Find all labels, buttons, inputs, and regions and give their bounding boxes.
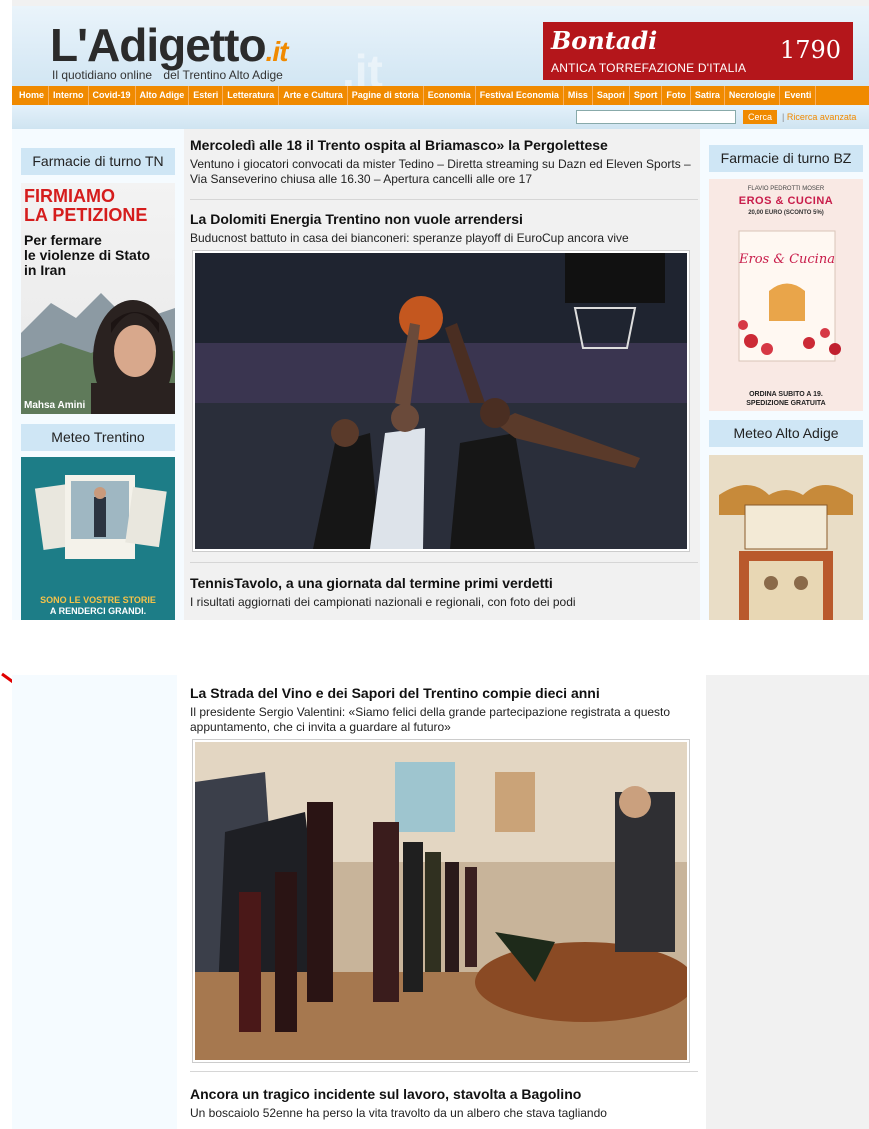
masthead: L'Adigetto.it .it Il quotidiano online d… xyxy=(12,6,869,97)
article-headline[interactable]: TennisTavolo, a una giornata dal termine… xyxy=(190,575,698,592)
sponsor-brand: Bontadi xyxy=(551,26,658,55)
stories-ad[interactable]: SONO LE VOSTRE STORIE A RENDERCI GRANDI. xyxy=(21,457,175,620)
sponsor-banner[interactable]: Bontadi ANTICA TORREFAZIONE D'ITALIA 179… xyxy=(543,22,853,80)
site-tagline: Il quotidiano online del Trentino Alto A… xyxy=(52,68,291,82)
article-separator xyxy=(190,562,698,563)
article-summary: Il presidente Sergio Valentini: «Siamo f… xyxy=(190,705,671,734)
nav-item-satira[interactable]: Satira xyxy=(691,86,725,105)
wine-photo[interactable] xyxy=(192,739,690,1063)
petition-headline: FIRMIAMO LA PETIZIONE xyxy=(24,186,148,225)
book-cover-image: Eros & Cucina xyxy=(738,230,841,362)
article-separator xyxy=(190,1071,698,1072)
search-separator: | xyxy=(782,112,785,122)
nav-item-home[interactable]: Home xyxy=(15,86,50,105)
book-price: 20,00 EURO (SCONTO 5%) xyxy=(748,210,824,216)
article-summary: I risultati aggiornati dei campionati na… xyxy=(190,595,576,609)
article-item[interactable]: La Dolomiti Energia Trentino non vuole a… xyxy=(190,211,698,246)
stories-claim: SONO LE VOSTRE STORIE A RENDERCI GRANDI. xyxy=(40,595,156,616)
nav-item-covid[interactable]: Covid-19 xyxy=(89,86,136,105)
nav-item-economia[interactable]: Economia xyxy=(424,86,476,105)
book-cover-title: Eros & Cucina xyxy=(738,252,835,267)
petition-text: Per fermare le violenze di Stato in Iran xyxy=(24,232,151,278)
page-frame-bottom: La Strada del Vino e dei Sapori del Tren… xyxy=(12,675,869,1129)
nav-item-esteri[interactable]: Esteri xyxy=(189,86,224,105)
sponsor-year: 1790 xyxy=(779,36,841,64)
search-input[interactable] xyxy=(576,110,736,124)
article-item[interactable]: TennisTavolo, a una giornata dal termine… xyxy=(190,575,698,610)
pharmacy-tn-link[interactable]: Farmacie di turno TN xyxy=(21,148,175,175)
weather-tn-link[interactable]: Meteo Trentino xyxy=(21,424,175,451)
basketball-photo-image xyxy=(195,253,687,549)
book-author: FLAVIO PEDROTTI MOSER xyxy=(747,186,825,192)
nav-item-interno[interactable]: Interno xyxy=(49,86,89,105)
tagline-left: Il quotidiano online xyxy=(52,68,153,82)
book-title: EROS & CUCINA xyxy=(738,195,834,207)
basketball-photo[interactable] xyxy=(192,250,690,552)
nav-item-sapori[interactable]: Sapori xyxy=(593,86,630,105)
pharmacy-bz-link[interactable]: Farmacie di turno BZ xyxy=(709,145,863,172)
nav-item-necrologie[interactable]: Necrologie xyxy=(725,86,781,105)
search-bar: Cerca | Ricerca avanzata xyxy=(12,105,869,129)
search-button[interactable]: Cerca xyxy=(743,110,777,124)
tagline-right: del Trentino Alto Adige xyxy=(163,68,283,82)
nav-item-festival-economia[interactable]: Festival Economia xyxy=(476,86,564,105)
article-item[interactable]: La Strada del Vino e dei Sapori del Tren… xyxy=(190,685,698,735)
nav-item-miss[interactable]: Miss xyxy=(564,86,593,105)
article-separator xyxy=(190,199,698,200)
book-order: ORDINA SUBITO A 19. SPEDIZIONE GRATUITA xyxy=(746,391,826,407)
mural-ad[interactable] xyxy=(709,455,863,620)
nav-item-alto-adige[interactable]: Alto Adige xyxy=(136,86,190,105)
petition-caption: Mahsa Amini xyxy=(24,400,86,411)
sponsor-subtitle: ANTICA TORREFAZIONE D'ITALIA xyxy=(551,61,747,75)
petition-ad[interactable]: FIRMIAMO LA PETIZIONE Per fermare le viole… xyxy=(21,183,175,414)
article-headline[interactable]: Ancora un tragico incidente sul lavoro, … xyxy=(190,1086,698,1103)
stories-ad-image xyxy=(34,475,167,559)
article-item[interactable]: Ancora un tragico incidente sul lavoro, … xyxy=(190,1086,698,1121)
nav-item-sport[interactable]: Sport xyxy=(630,86,663,105)
article-summary: Buducnost battuto in casa dei bianconeri… xyxy=(190,231,629,245)
left-sidebar: Farmacie di turno TN FIRMIAMO LA PETIZION… xyxy=(12,129,184,620)
main-nav: Home Interno Covid-19 Alto Adige Esteri … xyxy=(12,86,869,105)
logo-suffix: .it xyxy=(265,36,289,67)
nav-item-foto[interactable]: Foto xyxy=(662,86,691,105)
article-item[interactable]: Mercoledì alle 18 il Trento ospita al Br… xyxy=(190,137,698,187)
logo-text: L'Adigetto xyxy=(50,19,267,71)
mural-ad-image xyxy=(719,485,853,620)
wine-photo-image xyxy=(195,742,689,1060)
left-sidebar-empty xyxy=(12,675,177,1129)
nav-item-letteratura[interactable]: Letteratura xyxy=(223,86,280,105)
article-headline[interactable]: La Dolomiti Energia Trentino non vuole a… xyxy=(190,211,698,228)
article-summary: Un boscaiolo 52enne ha perso la vita tra… xyxy=(190,1106,607,1120)
nav-item-arte-cultura[interactable]: Arte e Cultura xyxy=(279,86,348,105)
nav-item-pagine-storia[interactable]: Pagine di storia xyxy=(348,86,424,105)
nav-item-eventi[interactable]: Eventi xyxy=(780,86,817,105)
article-headline[interactable]: Mercoledì alle 18 il Trento ospita al Br… xyxy=(190,137,698,154)
right-sidebar: Farmacie di turno BZ FLAVIO PEDROTTI MOS… xyxy=(700,129,869,620)
advanced-search-link[interactable]: Ricerca avanzata xyxy=(787,112,857,122)
article-headline[interactable]: La Strada del Vino e dei Sapori del Tren… xyxy=(190,685,698,702)
site-logo[interactable]: L'Adigetto.it xyxy=(50,18,289,72)
weather-bz-link[interactable]: Meteo Alto Adige xyxy=(709,420,863,447)
page-frame-top: L'Adigetto.it .it Il quotidiano online d… xyxy=(12,0,869,620)
advanced-search: | Ricerca avanzata xyxy=(782,112,856,122)
article-summary: Ventuno i giocatori convocati da mister … xyxy=(190,157,691,186)
book-ad[interactable]: FLAVIO PEDROTTI MOSER EROS & CUCINA 20,0… xyxy=(709,179,863,411)
